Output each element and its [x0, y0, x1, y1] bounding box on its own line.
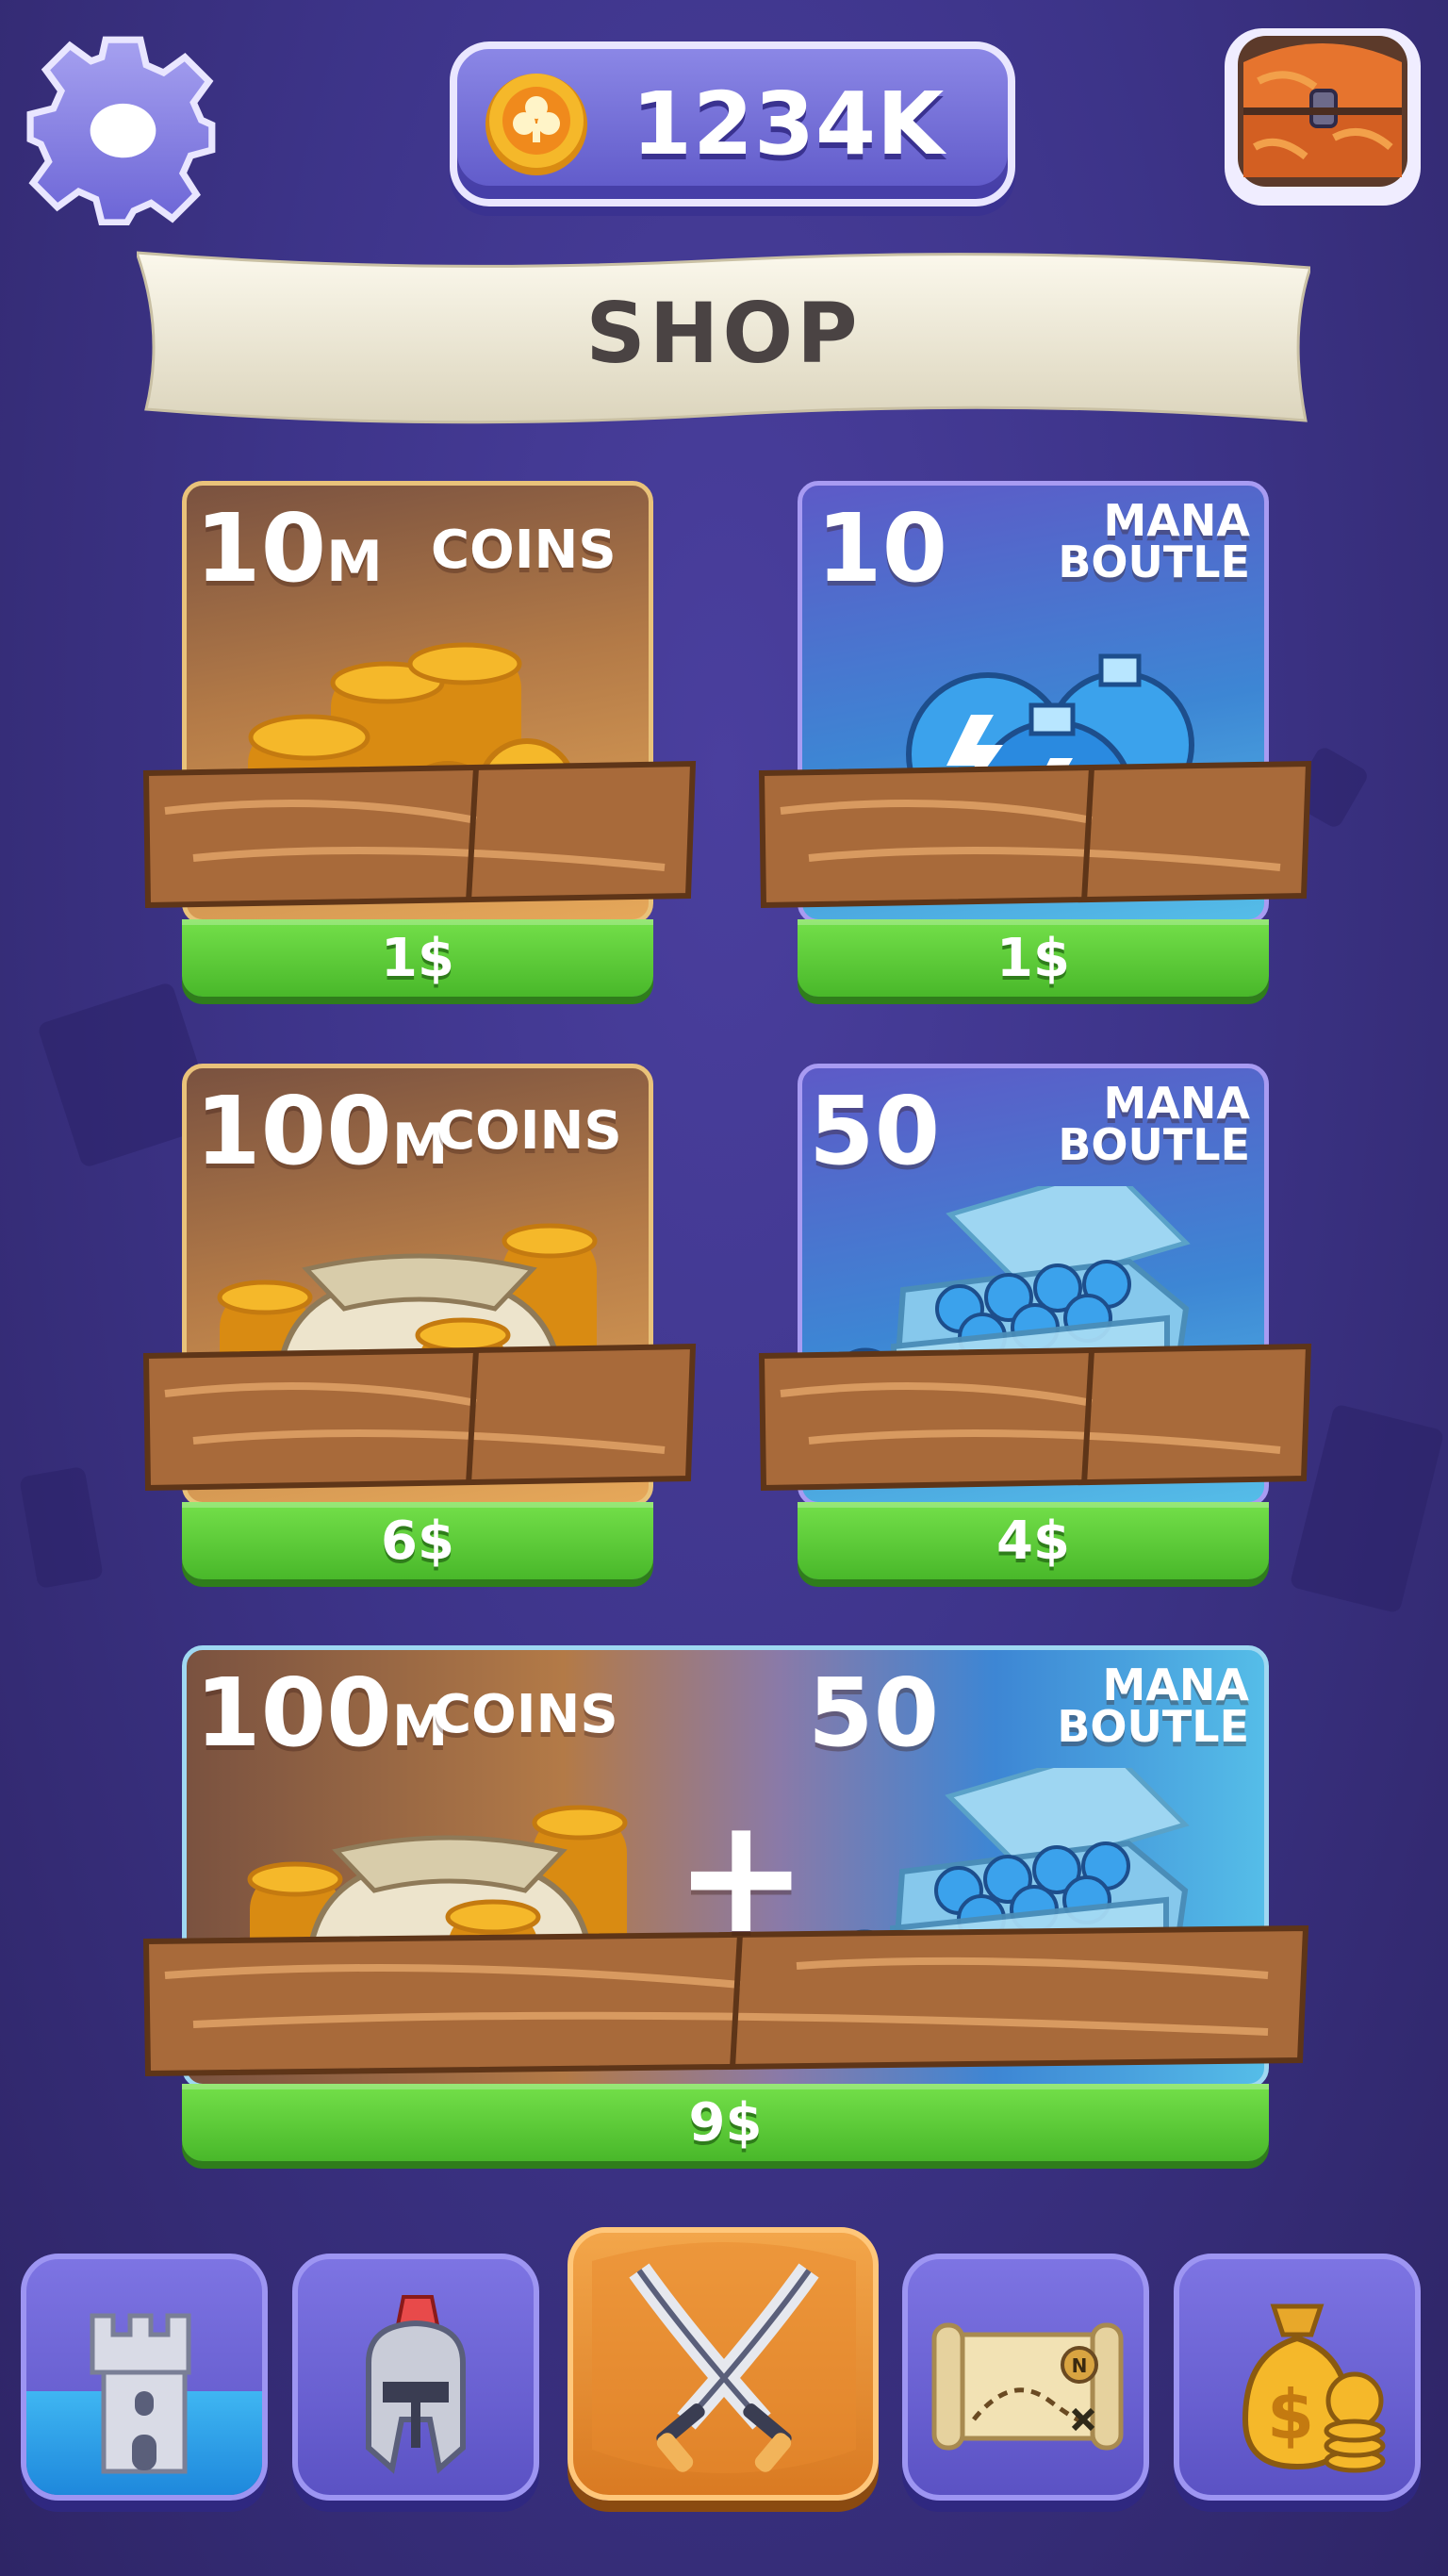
offer-name-line1: MANA — [1103, 1078, 1250, 1129]
offer-amount: 50 — [809, 1076, 941, 1186]
nav-tab-map[interactable]: N — [902, 2254, 1149, 2501]
offer-name-line1: MANA — [1103, 495, 1250, 546]
chest-button[interactable] — [1221, 25, 1424, 209]
nav-tab-battle[interactable] — [568, 2227, 879, 2501]
bundle-mana-amount: 50 — [808, 1658, 940, 1768]
page-title: SHOP — [585, 285, 862, 382]
svg-text:N: N — [1072, 2354, 1088, 2377]
nav-tab-heroes[interactable] — [292, 2254, 539, 2501]
offer-name-line2: BOUTLE — [1058, 1119, 1250, 1170]
wood-plank — [142, 1343, 697, 1492]
offer-amount: 10 — [816, 493, 948, 603]
offer-unit: M — [326, 529, 383, 595]
buy-button[interactable]: 9$ — [182, 2084, 1269, 2161]
currency-amount: 1234K — [632, 74, 946, 174]
buy-button[interactable]: 4$ — [798, 1502, 1269, 1579]
svg-text:$: $ — [1267, 2375, 1314, 2454]
plus-sign: + — [674, 1783, 809, 1970]
offer-card-coins-10m[interactable]: 10M COINS 1$ — [137, 481, 702, 1009]
wood-plank — [758, 1343, 1312, 1492]
offer-card-mana-10[interactable]: 10 MANA BOUTLE 1$ — [752, 481, 1318, 1009]
nav-tab-shop[interactable]: $ — [1174, 2254, 1421, 2501]
knight-helmet-icon — [366, 2295, 466, 2474]
offer-card-mana-50[interactable]: 50 MANA BOUTLE 4$ — [752, 1064, 1318, 1592]
crossed-swords-icon — [592, 2242, 856, 2473]
bundle-coins-name: COINS — [433, 1684, 618, 1745]
buy-button[interactable]: 1$ — [798, 919, 1269, 997]
castle-tower-icon — [90, 2313, 191, 2474]
treasure-map-icon: N — [931, 2322, 1124, 2451]
currency-bar: 1234K — [450, 41, 1015, 206]
settings-button[interactable] — [26, 32, 220, 226]
wood-plank — [142, 760, 697, 909]
offer-amount: 100 — [195, 1076, 392, 1186]
bg-shape — [19, 1465, 104, 1590]
buy-button[interactable]: 1$ — [182, 919, 653, 997]
gear-icon — [26, 36, 216, 226]
nav-tab-castle[interactable] — [21, 2254, 268, 2501]
money-bag-icon: $ — [1242, 2304, 1386, 2473]
wood-plank — [758, 760, 1312, 909]
offer-card-bundle[interactable]: 100M COINS 50 MANA BOUTLE + 9$ — [137, 1645, 1315, 2173]
treasure-chest-icon — [1225, 28, 1421, 206]
buy-button[interactable]: 6$ — [182, 1502, 653, 1579]
bundle-mana-line2: BOUTLE — [1057, 1701, 1249, 1752]
shop-banner: SHOP — [137, 247, 1310, 436]
offer-name: COINS — [431, 520, 617, 581]
offer-amount: 10 — [195, 493, 327, 603]
offer-name-line2: BOUTLE — [1058, 537, 1250, 587]
coin-icon — [485, 74, 587, 175]
offer-name: COINS — [436, 1100, 622, 1162]
bundle-mana-line1: MANA — [1102, 1660, 1249, 1710]
offer-card-coins-100m[interactable]: 100M COINS 6$ — [137, 1064, 702, 1592]
bundle-coins-amount: 100 — [195, 1658, 392, 1768]
